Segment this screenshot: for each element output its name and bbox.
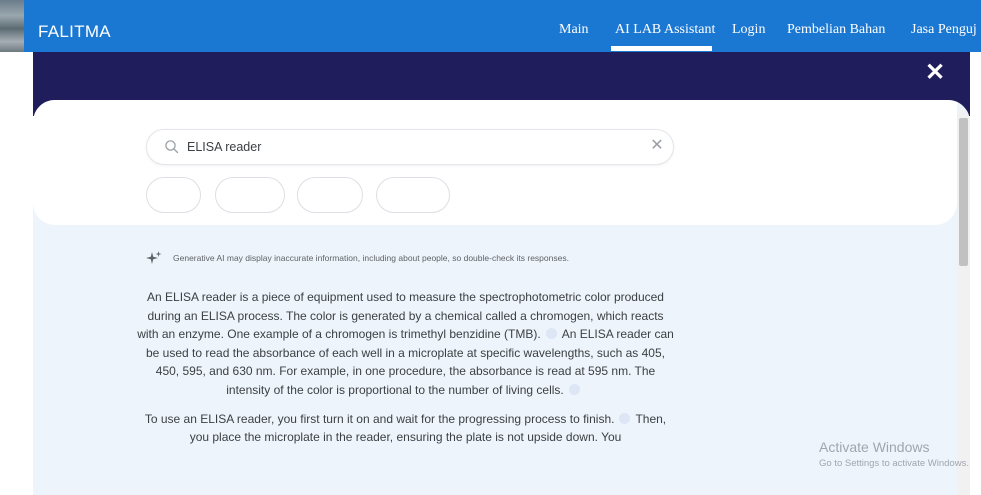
brand-name[interactable]: FALITMA: [38, 22, 111, 42]
search-input[interactable]: ELISA reader: [187, 130, 261, 164]
logo-image: [0, 0, 24, 52]
clear-search-icon[interactable]: ✕: [648, 137, 666, 155]
search-card: ELISA reader ✕: [33, 100, 957, 225]
nav-login[interactable]: Login: [732, 22, 765, 38]
suggestion-chip[interactable]: [297, 177, 363, 213]
source-link-icon[interactable]: [545, 328, 557, 340]
top-navbar: FALITMA Main AI LAB Assistant Login Pemb…: [0, 0, 981, 52]
disclaimer-text: Generative AI may display inaccurate inf…: [173, 253, 569, 263]
nav-main[interactable]: Main: [559, 22, 589, 38]
watermark-subtitle: Go to Settings to activate Windows.: [819, 458, 969, 469]
scrollbar[interactable]: [957, 110, 970, 495]
suggestion-chip[interactable]: [215, 177, 285, 213]
answer-paragraph: To use an ELISA reader, you first turn i…: [137, 410, 674, 447]
ai-disclaimer: Generative AI may display inaccurate inf…: [146, 250, 746, 266]
answer-text: To use an ELISA reader, you first turn i…: [144, 411, 615, 426]
close-icon[interactable]: ✕: [922, 60, 948, 86]
activate-windows-watermark: Activate Windows Go to Settings to activ…: [819, 439, 969, 469]
answer-paragraph: An ELISA reader is a piece of equipment …: [137, 288, 674, 400]
nav-ai-lab-assistant[interactable]: AI LAB Assistant: [615, 22, 715, 38]
nav-active-indicator: [611, 46, 712, 51]
content-fade: [33, 470, 957, 495]
search-box[interactable]: ELISA reader ✕: [146, 129, 674, 165]
search-icon: [165, 140, 179, 154]
sparkle-icon: [146, 251, 162, 264]
ai-search-panel: ELISA reader ✕ Generative AI may display…: [33, 100, 970, 495]
watermark-title: Activate Windows: [819, 439, 930, 455]
suggestion-chip[interactable]: [146, 177, 201, 213]
nav-pembelian-bahan[interactable]: Pembelian Bahan: [787, 22, 885, 38]
suggestion-chip[interactable]: [376, 177, 450, 213]
scrollbar-thumb[interactable]: [959, 118, 968, 266]
source-link-icon[interactable]: [619, 412, 631, 424]
source-link-icon[interactable]: [568, 383, 580, 395]
nav-jasa-pengujian[interactable]: Jasa Penguj: [911, 22, 977, 38]
ai-answer: An ELISA reader is a piece of equipment …: [137, 288, 674, 457]
